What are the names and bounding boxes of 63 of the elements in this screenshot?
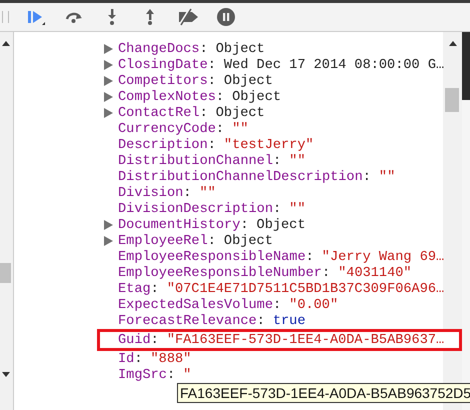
property-name: ClosingDate	[118, 58, 208, 72]
property-name: DistributionChannel	[118, 154, 273, 168]
separator: :	[216, 90, 224, 104]
property-name: Guid	[118, 332, 151, 348]
property-name: DistributionChannelDescription	[118, 170, 363, 184]
property-value: Object	[216, 42, 265, 56]
property-value: "	[183, 368, 192, 382]
property-value: "Jerry Wang 69…	[322, 250, 444, 264]
property-value: Object	[256, 218, 306, 232]
property-value: ""	[289, 202, 306, 216]
property-name: Division	[118, 186, 184, 200]
property-name: ExpectedSalesVolume	[118, 298, 273, 312]
separator: :	[183, 186, 192, 200]
separator: :	[208, 234, 216, 248]
property-name: Description	[118, 138, 208, 152]
separator: :	[134, 352, 142, 366]
separator: :	[200, 42, 208, 56]
property-name: EmployeeResponsibleNumber	[118, 266, 322, 280]
property-name: ForecastRelevance	[118, 314, 257, 328]
property-value: "888"	[150, 352, 192, 366]
property-value: ""	[378, 170, 396, 184]
property-value: "4031140"	[338, 266, 412, 280]
property-value: ""	[232, 122, 248, 136]
separator: :	[306, 250, 314, 264]
property-name: ComplexNotes	[118, 90, 216, 104]
separator: :	[208, 58, 216, 72]
property-name: CurrencyCode	[118, 122, 216, 136]
property-name: ChangeDocs	[118, 42, 200, 56]
property-value: Object	[232, 90, 282, 104]
separator: :	[273, 154, 282, 168]
separator: :	[273, 202, 282, 216]
property-value: true	[272, 314, 306, 328]
property-value: Wed Dec 17 2014 08:00:00 G…	[224, 58, 444, 72]
separator: :	[322, 266, 330, 280]
property-value: ""	[289, 154, 306, 168]
separator: :	[256, 314, 265, 328]
property-name: ContactRel	[118, 106, 200, 120]
property-value: Object	[224, 74, 273, 88]
property-name: DocumentHistory	[118, 218, 240, 232]
separator: :	[240, 218, 249, 232]
separator: :	[166, 368, 176, 382]
property-name: EmployeeRel	[118, 234, 208, 248]
separator: :	[200, 106, 208, 120]
property-value: Object	[216, 106, 265, 120]
property-name: Etag	[118, 282, 151, 296]
property-value: "FA163EEF-573D-1EE4-A0DA-B5AB9637…	[166, 332, 444, 348]
property-value: Object	[224, 234, 273, 248]
property-value: "07C1E4E71D7511C5BD1B37C309F06A96…	[166, 282, 444, 296]
property-name: EmployeeResponsibleName	[118, 250, 306, 264]
property-name: DivisionDescription	[118, 202, 273, 216]
property-name: Id	[118, 352, 134, 366]
separator: :	[208, 138, 216, 152]
separator: :	[273, 298, 282, 312]
separator: :	[150, 332, 159, 348]
property-name: ImgSrc	[118, 368, 167, 382]
separator: :	[150, 282, 159, 296]
property-value: ""	[199, 186, 216, 200]
property-value: "testJerry"	[224, 138, 314, 152]
property-name: Competitors	[118, 74, 208, 88]
separator: :	[216, 122, 224, 136]
property-value: "0.00"	[289, 298, 338, 312]
separator: :	[208, 74, 216, 88]
separator: :	[362, 170, 371, 184]
